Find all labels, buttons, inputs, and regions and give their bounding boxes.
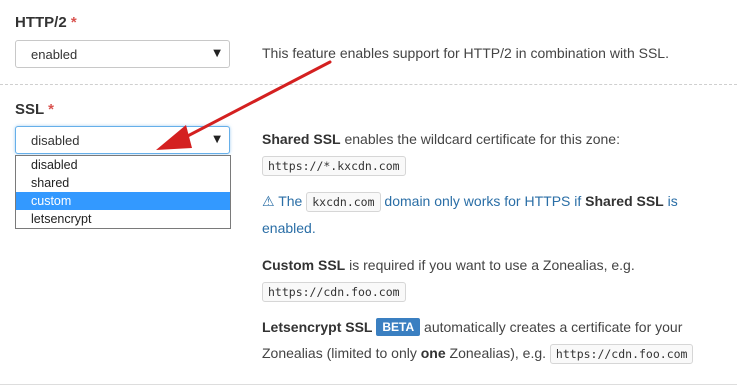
letsencrypt-one: one [420,345,446,361]
shared-ssl-code: https://*.kxcdn.com [262,156,406,176]
http2-select[interactable]: enabled ▼ [15,40,230,68]
warning-text: domain only works for HTTPS if [384,193,582,209]
ssl-label-text: SSL [15,101,44,118]
section-divider [0,84,737,85]
http2-label: HTTP/2 * [15,14,77,31]
required-mark: * [48,101,54,118]
ssl-select[interactable]: disabled ▼ [15,126,230,154]
letsencrypt-text: automatically creates a certificate for … [424,319,683,335]
ssl-option-shared[interactable]: shared [16,174,230,192]
custom-ssl-help: Custom SSL is required if you want to us… [262,252,635,278]
custom-ssl-title: Custom SSL [262,257,346,273]
shared-ssl-help: Shared SSL enables the wildcard certific… [262,126,620,152]
bottom-border [0,384,737,385]
warning-shared-ssl: Shared SSL [585,193,664,209]
warning-the: The [278,193,303,209]
required-mark: * [70,14,77,31]
warning-icon: ⚠ [262,193,275,209]
letsencrypt-title: Letsencrypt SSL [262,319,373,335]
ssl-option-letsencrypt[interactable]: letsencrypt [16,210,230,228]
custom-ssl-example: https://cdn.foo.com [262,278,406,305]
custom-ssl-code: https://cdn.foo.com [262,282,406,302]
letsencrypt-help: Letsencrypt SSL BETA automatically creat… [262,314,732,367]
custom-ssl-text: is required if you want to use a Zoneali… [345,257,635,273]
caret-down-icon: ▼ [213,134,221,145]
warning-enabled: enabled. [262,220,316,236]
ssl-select-value: disabled [31,133,80,148]
warning-is: is [667,193,678,209]
letsencrypt-text2b: Zonealias), e.g. [445,345,547,361]
http2-label-text: HTTP/2 [15,14,67,31]
caret-down-icon: ▼ [213,48,221,59]
beta-badge: BETA [376,318,421,336]
ssl-label: SSL * [15,101,54,118]
ssl-option-disabled[interactable]: disabled [16,156,230,174]
letsencrypt-code: https://cdn.foo.com [549,344,694,364]
shared-ssl-warning: ⚠ The kxcdn.com domain only works for HT… [262,188,732,241]
http2-help-text: This feature enables support for HTTP/2 … [262,45,669,61]
warning-code: kxcdn.com [306,192,381,212]
ssl-option-custom[interactable]: custom [16,192,230,210]
http2-select-value: enabled [31,47,78,62]
shared-ssl-example: https://*.kxcdn.com [262,152,406,179]
ssl-dropdown-list: disabled shared custom letsencrypt [15,155,231,229]
shared-ssl-text: enables the wildcard certificate for thi… [340,131,620,147]
letsencrypt-text2a: Zonealias (limited to only [262,345,421,361]
shared-ssl-title: Shared SSL [262,131,341,147]
